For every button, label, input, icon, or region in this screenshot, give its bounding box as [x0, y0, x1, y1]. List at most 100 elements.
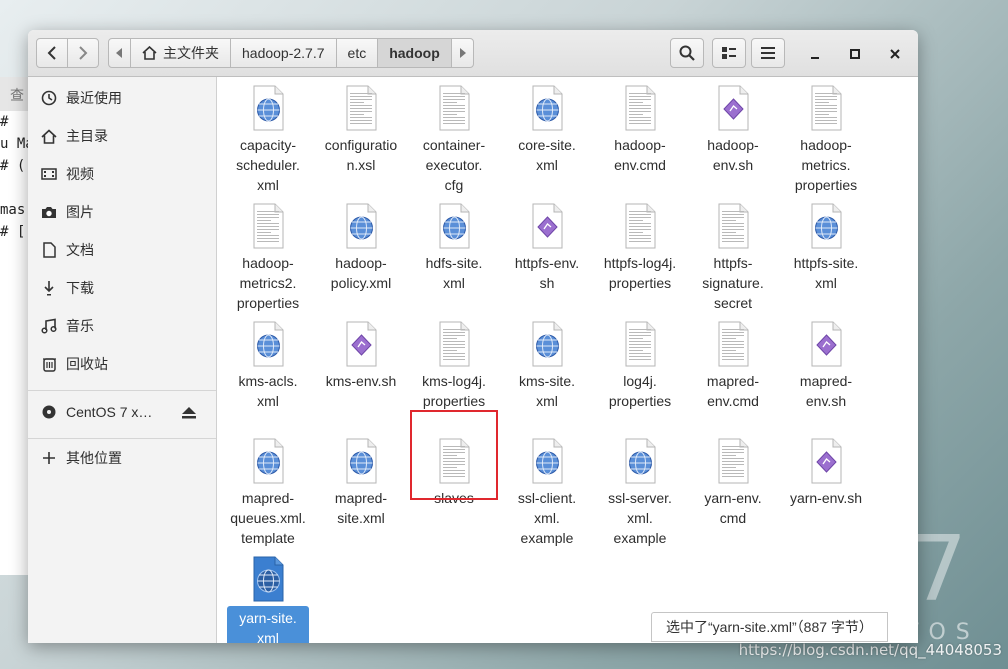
sidebar-item-label: 回收站	[66, 356, 108, 372]
file-name: mapred- site.xml	[334, 490, 388, 526]
hamburger-icon	[761, 47, 775, 59]
file-grid: capacity- scheduler. xml configuratio n.x…	[217, 77, 918, 643]
text-file-icon	[718, 203, 749, 249]
sidebar-item-device[interactable]: CentOS 7 x…	[28, 393, 216, 431]
maximize-button[interactable]	[843, 43, 867, 65]
file-name: kms-site. xml	[519, 373, 575, 409]
sidebar-item-recent[interactable]: 最近使用	[28, 79, 216, 117]
file-item[interactable]: mapred- queues.xml. template	[227, 437, 309, 548]
file-item[interactable]: httpfs-site. xml	[785, 202, 867, 293]
xml-file-icon	[253, 85, 284, 131]
breadcrumb-etc[interactable]: etc	[337, 39, 379, 67]
file-item[interactable]: ssl-client. xml. example	[506, 437, 588, 548]
file-item[interactable]: hadoop- env.cmd	[599, 84, 681, 175]
shell-script-icon	[532, 203, 563, 249]
sidebar-item-trash[interactable]: 回收站	[28, 345, 216, 383]
shell-script-icon	[811, 321, 842, 367]
xml-file-icon	[625, 438, 656, 484]
xml-file-icon	[253, 438, 284, 484]
file-item[interactable]: yarn-env. cmd	[692, 437, 774, 528]
view-toggle-button[interactable]	[712, 38, 746, 68]
file-item[interactable]: httpfs- signature. secret	[692, 202, 774, 313]
file-item[interactable]: configuratio n.xsl	[320, 84, 402, 175]
sidebar-item-pictures[interactable]: 图片	[28, 193, 216, 231]
close-icon	[890, 49, 900, 59]
file-name: kms-env.sh	[325, 373, 397, 389]
file-item[interactable]: kms-log4j. properties	[413, 320, 495, 411]
file-name: core-site. xml	[518, 137, 576, 173]
back-button[interactable]	[36, 38, 68, 68]
file-item[interactable]: mapred- env.sh	[785, 320, 867, 411]
shell-script-icon	[718, 85, 749, 131]
breadcrumb-left-arrow[interactable]	[109, 39, 131, 67]
breadcrumb-hadoop-version[interactable]: hadoop-2.7.7	[231, 39, 337, 67]
file-name: yarn-env.sh	[789, 490, 863, 506]
clock-icon	[40, 89, 58, 107]
xml-file-icon	[532, 321, 563, 367]
file-item[interactable]: hadoop- metrics. properties	[785, 84, 867, 195]
sidebar-item-home[interactable]: 主目录	[28, 117, 216, 155]
xml-file-icon	[253, 556, 284, 602]
file-item[interactable]: mapred- env.cmd	[692, 320, 774, 411]
header-bar: 主文件夹 hadoop-2.7.7 etc hadoop	[28, 30, 918, 77]
terminal-tab[interactable]: 查	[0, 77, 30, 111]
file-item[interactable]: core-site. xml	[506, 84, 588, 175]
download-icon	[40, 279, 58, 297]
text-file-icon	[439, 85, 470, 131]
text-file-icon	[625, 85, 656, 131]
file-name: log4j. properties	[608, 373, 672, 409]
file-name: httpfs-env. sh	[514, 255, 580, 291]
file-item[interactable]: hadoop- metrics2. properties	[227, 202, 309, 313]
file-name: ssl-server. xml. example	[608, 490, 672, 546]
forward-button[interactable]	[67, 38, 99, 68]
centos-seven-logo: 7	[910, 517, 968, 622]
search-button[interactable]	[670, 38, 704, 68]
file-name: hadoop- env.sh	[707, 137, 759, 173]
file-item[interactable]: hadoop- env.sh	[692, 84, 774, 175]
sidebar-item-documents[interactable]: 文档	[28, 231, 216, 269]
file-item[interactable]: container- executor. cfg	[413, 84, 495, 195]
file-item[interactable]: httpfs-log4j. properties	[599, 202, 681, 293]
close-button[interactable]	[883, 43, 907, 65]
chevron-left-icon	[47, 46, 56, 60]
file-item[interactable]: kms-site. xml	[506, 320, 588, 411]
file-item[interactable]: kms-env.sh	[320, 320, 402, 391]
breadcrumb-right-arrow[interactable]	[452, 39, 473, 67]
file-item[interactable]: hdfs-site. xml	[413, 202, 495, 293]
file-item[interactable]: yarn-site. xml	[227, 555, 309, 643]
menu-button[interactable]	[751, 38, 785, 68]
file-item[interactable]: hadoop- policy.xml	[320, 202, 402, 293]
file-item[interactable]: kms-acls. xml	[227, 320, 309, 411]
file-item[interactable]: log4j. properties	[599, 320, 681, 411]
text-file-icon	[718, 321, 749, 367]
file-item[interactable]: capacity- scheduler. xml	[227, 84, 309, 195]
sidebar-item-label: 视频	[66, 166, 94, 182]
sidebar-item-music[interactable]: 音乐	[28, 307, 216, 345]
xml-file-icon	[811, 203, 842, 249]
eject-icon[interactable]	[182, 406, 196, 422]
file-name: httpfs-log4j. properties	[603, 255, 677, 291]
sidebar-item-downloads[interactable]: 下载	[28, 269, 216, 307]
sidebar-item-videos[interactable]: 视频	[28, 155, 216, 193]
terminal-line: # [	[0, 224, 26, 240]
file-item[interactable]: ssl-server. xml. example	[599, 437, 681, 548]
sidebar-item-label: 其他位置	[66, 450, 122, 466]
file-item[interactable]: yarn-env.sh	[785, 437, 867, 508]
terminal-line: mas	[0, 202, 26, 218]
text-file-icon	[718, 438, 749, 484]
breadcrumb-current[interactable]: hadoop	[378, 39, 452, 67]
file-item[interactable]: mapred- site.xml	[320, 437, 402, 528]
minimize-button[interactable]	[803, 43, 827, 65]
text-file-icon	[625, 321, 656, 367]
xml-file-icon	[346, 438, 377, 484]
file-name: hadoop- metrics. properties	[794, 137, 858, 193]
sidebar-item-other-locations[interactable]: 其他位置	[28, 439, 216, 477]
file-item[interactable]: httpfs-env. sh	[506, 202, 588, 293]
file-name: mapred- env.sh	[799, 373, 853, 409]
terminal-line: u Ma	[0, 136, 31, 152]
triangle-right-icon	[459, 48, 466, 58]
file-name: kms-acls. xml	[238, 373, 298, 409]
breadcrumb-home[interactable]: 主文件夹	[131, 39, 231, 67]
background-terminal[interactable]: 查 # u Ma # (mas # [	[0, 77, 31, 575]
